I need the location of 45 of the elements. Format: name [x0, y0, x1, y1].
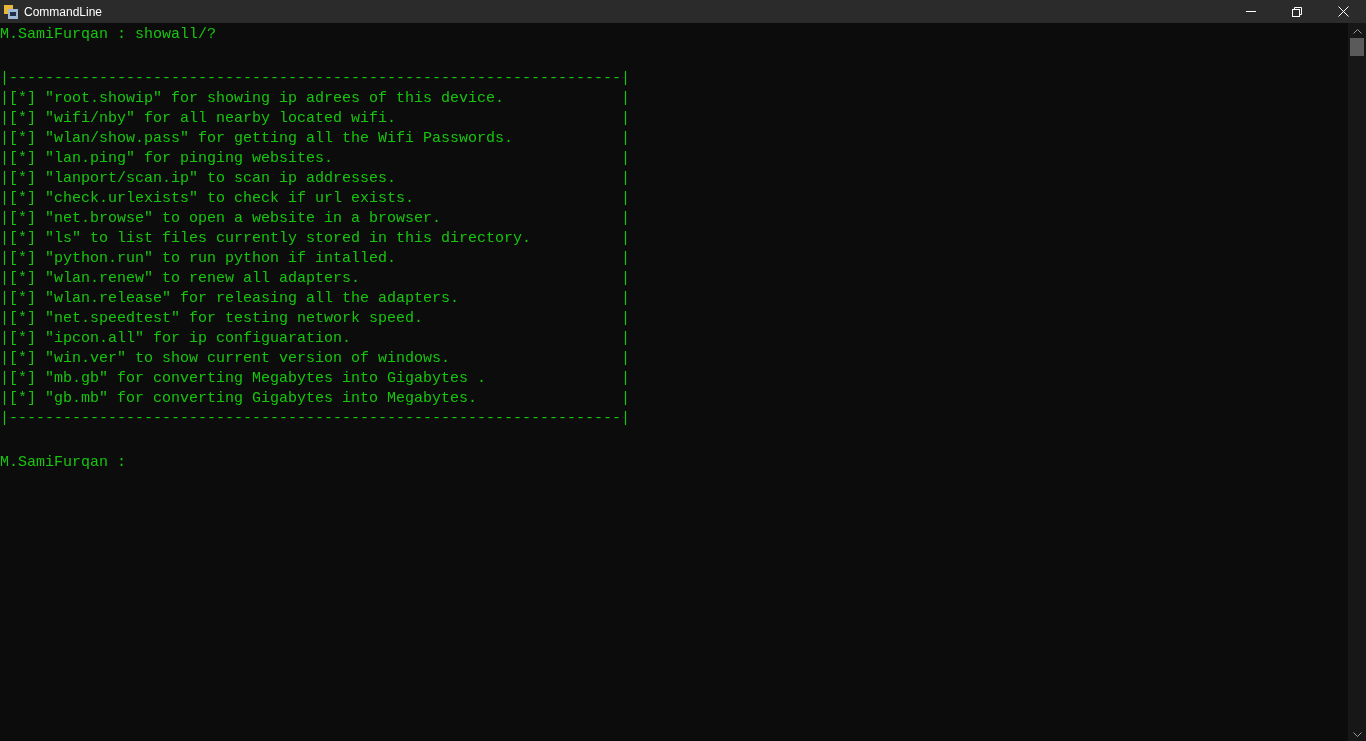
- box-border-char: |: [621, 349, 630, 369]
- box-border-char: |: [621, 89, 630, 109]
- help-entry: |[*] "net.browse" to open a website in a browser.: [0, 209, 442, 229]
- help-entry: |[*] "root.showip" for showing ip adrees of this device.: [0, 89, 505, 109]
- minimize-icon: [1246, 11, 1256, 12]
- box-border-char: |: [621, 269, 630, 289]
- help-entry: |[*] "ipcon.all" for ip configuaration.: [0, 329, 352, 349]
- help-entry: |[*] "wlan/show.pass" for getting all the Wifi Passwords.: [0, 129, 514, 149]
- close-icon: [1337, 6, 1349, 17]
- box-border-char: |: [621, 289, 630, 309]
- box-border-char: |: [621, 369, 630, 389]
- help-entry: |[*] "lanport/scan.ip" to scan ip addresses.: [0, 169, 397, 189]
- box-border-char: |: [621, 129, 630, 149]
- box-border-char: |: [621, 229, 630, 249]
- box-border-char: |: [621, 109, 630, 129]
- box-border-char: |: [621, 189, 630, 209]
- prompt-line: M.SamiFurqan :: [0, 453, 127, 473]
- box-border-char: |: [621, 249, 630, 269]
- box-border-char: |: [621, 329, 630, 349]
- help-entry: |[*] "gb.mb" for converting Gigabytes into Megabytes.: [0, 389, 478, 409]
- restore-icon: [1292, 6, 1302, 17]
- window-title: CommandLine: [24, 3, 103, 21]
- box-border-char: |: [621, 209, 630, 229]
- help-entry: |[*] "mb.gb" for converting Megabytes into Gigabytes .: [0, 369, 487, 389]
- help-entry: |[*] "ls" to list files currently stored in this directory.: [0, 229, 532, 249]
- box-border-line: |--------------------------------------------------------------------|: [0, 69, 631, 89]
- box-border-line: |--------------------------------------------------------------------|: [0, 409, 631, 429]
- help-entry: |[*] "win.ver" to show current version of windows.: [0, 349, 451, 369]
- scroll-up-icon: [1352, 29, 1362, 34]
- help-entry: |[*] "check.urlexists" to check if url exists.: [0, 189, 415, 209]
- scrollbar[interactable]: [1348, 23, 1366, 741]
- box-border-char: |: [621, 309, 630, 329]
- help-entry: |[*] "wlan.release" for releasing all the adapters.: [0, 289, 460, 309]
- box-border-char: |: [621, 149, 630, 169]
- box-border-char: |: [621, 169, 630, 189]
- scrollbar-thumb[interactable]: [1350, 38, 1364, 56]
- help-entry: |[*] "python.run" to run python if intalled.: [0, 249, 397, 269]
- box-border-char: |: [621, 389, 630, 409]
- scroll-down-icon: [1352, 732, 1362, 737]
- help-entry: |[*] "wifi/nby" for all nearby located wifi.: [0, 109, 397, 129]
- help-entry: |[*] "lan.ping" for pinging websites.: [0, 149, 334, 169]
- app-icon: [3, 3, 19, 20]
- command-line: M.SamiFurqan : showall/?: [0, 25, 217, 45]
- help-entry: |[*] "net.speedtest" for testing network speed.: [0, 309, 424, 329]
- help-entry: |[*] "wlan.renew" to renew all adapters.: [0, 269, 361, 289]
